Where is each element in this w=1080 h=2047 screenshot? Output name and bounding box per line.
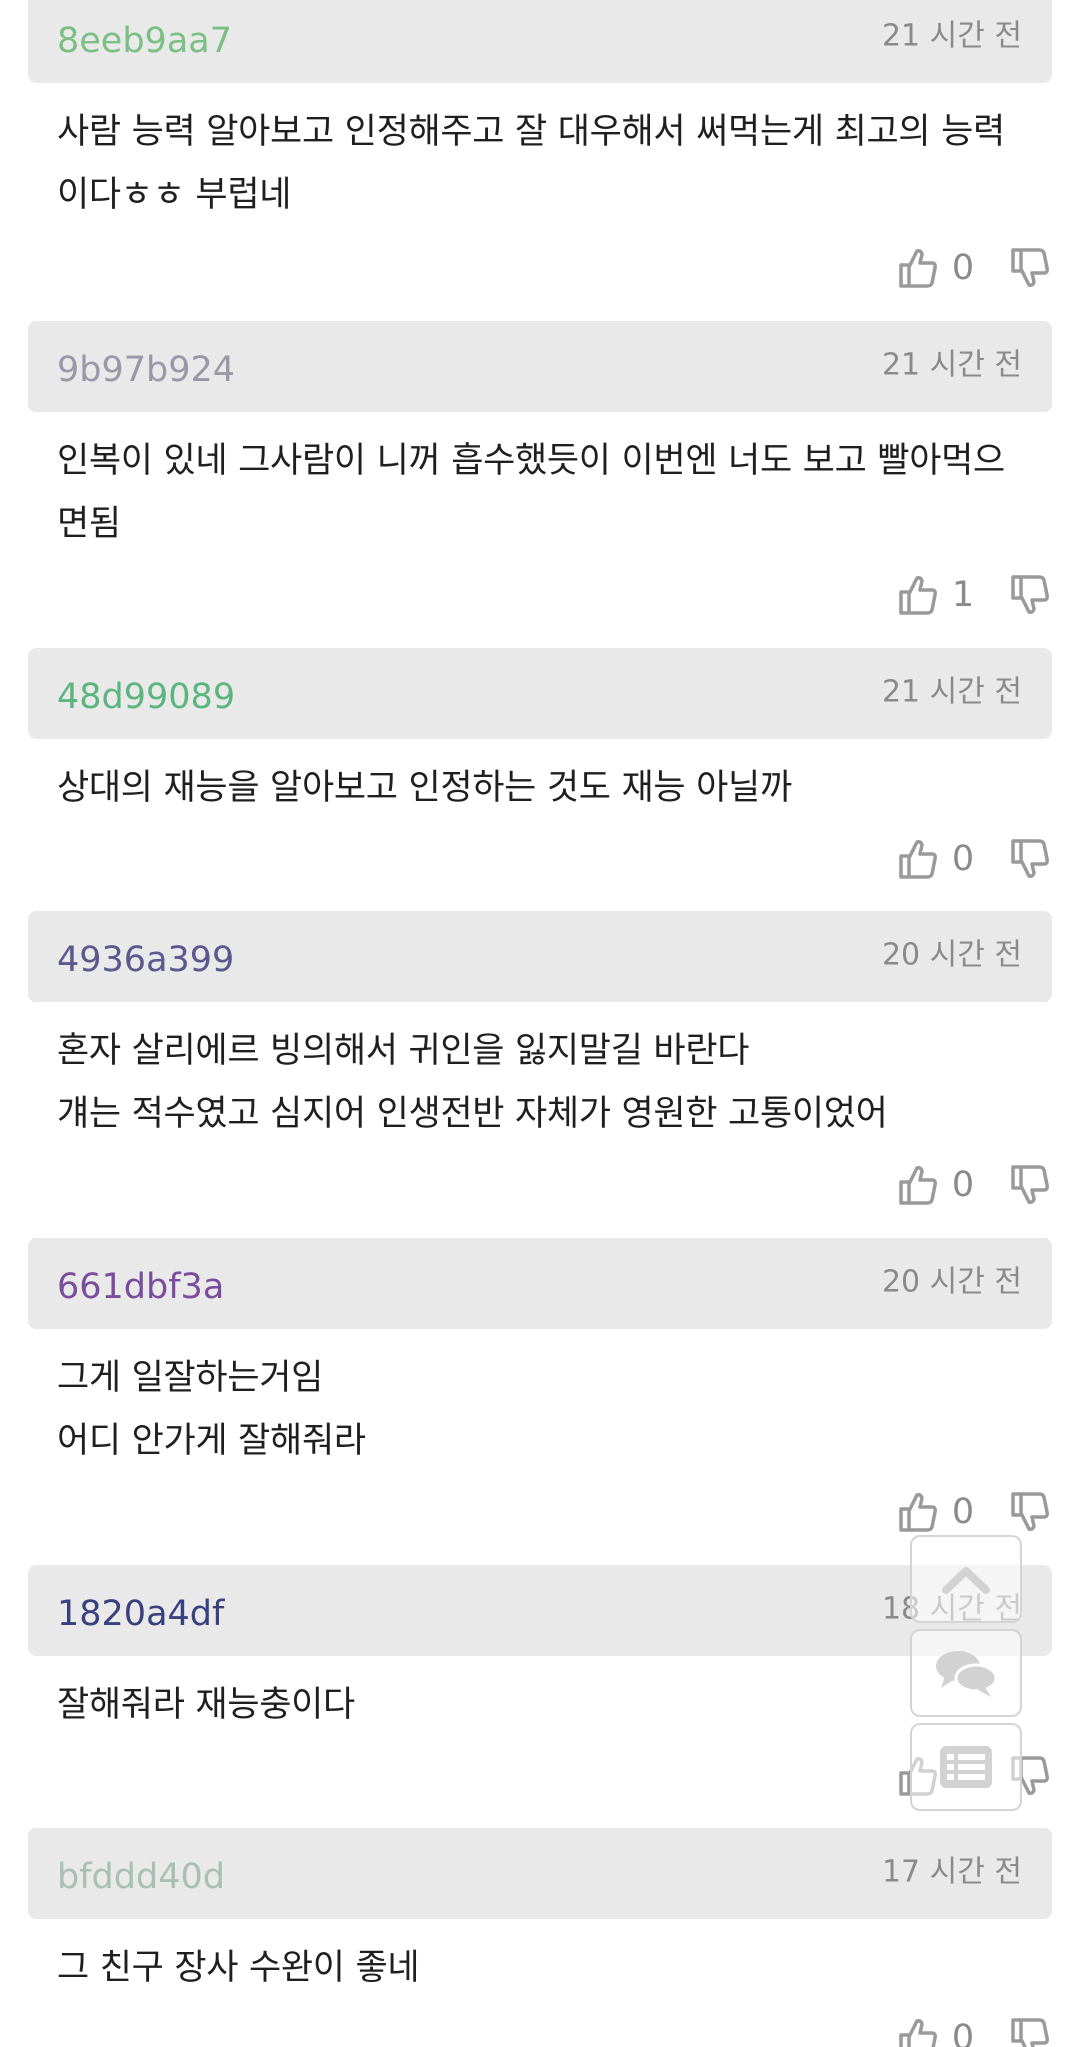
comment-timestamp: 21 시간 전: [881, 18, 1022, 54]
like-count: 0: [951, 1165, 975, 1205]
chat-bubbles-icon: [936, 1651, 998, 1697]
comment-header: 661dbf3a 20 시간 전: [28, 1238, 1052, 1329]
comment-header: 48d99089 21 시간 전: [28, 648, 1052, 739]
like-button[interactable]: [896, 1162, 940, 1208]
comment-item: bfddd40d 17 시간 전 그 친구 장사 수완이 좋네: [28, 1828, 1052, 2000]
comment-header: 1820a4df 18 시간 전: [28, 1565, 1052, 1656]
comment-text: 잘해줘라 재능충이다: [57, 1685, 355, 1725]
thumbs-up-icon: [899, 840, 937, 879]
comment-timestamp: 21 시간 전: [881, 347, 1022, 383]
dislike-button[interactable]: [1008, 2015, 1052, 2047]
comment-item: 9b97b924 21 시간 전 인복이 있네 그사람이 니꺼 흡수했듯이 이번…: [28, 321, 1052, 556]
comment-header: 9b97b924 21 시간 전: [28, 321, 1052, 412]
vote-row: 0: [896, 2013, 1052, 2047]
list-icon: [940, 1746, 992, 1788]
vote-row: 0: [896, 834, 1052, 884]
like-button[interactable]: [896, 245, 940, 291]
vote-row: 0: [896, 1160, 1052, 1210]
like-count: 0: [951, 839, 975, 879]
comment-timestamp: 21 시간 전: [881, 674, 1022, 710]
thumbs-up-icon: [899, 2019, 937, 2047]
thumbs-up-icon: [899, 576, 937, 615]
comment-author[interactable]: 48d99089: [57, 677, 235, 717]
dislike-button[interactable]: [1008, 1162, 1052, 1208]
dislike-button[interactable]: [1008, 572, 1052, 618]
comment-item: 1820a4df 18 시간 전 잘해줘라 재능충이다: [28, 1565, 1052, 1737]
dislike-button[interactable]: [1008, 836, 1052, 882]
like-count: 1: [951, 575, 975, 615]
thumbs-down-icon: [1011, 1165, 1049, 1204]
comment-text: 상대의 재능을 알아보고 인정하는 것도 재능 아닐까: [57, 768, 792, 808]
vote-row: 0: [896, 243, 1052, 293]
comment-item: 661dbf3a 20 시간 전 그게 일잘하는거임 어디 안가게 잘해줘라: [28, 1238, 1052, 1473]
vote-row: 0: [896, 1487, 1052, 1537]
thumbs-down-icon: [1011, 575, 1049, 614]
list-view-button[interactable]: [910, 1723, 1022, 1811]
comment-timestamp: 20 시간 전: [881, 937, 1022, 973]
scroll-top-button[interactable]: [910, 1535, 1022, 1623]
comment-author[interactable]: 9b97b924: [57, 350, 235, 390]
vote-row: 1: [896, 570, 1052, 620]
comment-author[interactable]: 4936a399: [57, 940, 234, 980]
comment-text: 그게 일잘하는거임 어디 안가게 잘해줘라: [57, 1358, 366, 1461]
thumbs-down-icon: [1011, 839, 1049, 878]
comments-button[interactable]: [910, 1629, 1022, 1717]
comment-timestamp: 20 시간 전: [881, 1264, 1022, 1300]
thumbs-up-icon: [899, 1166, 937, 1205]
comment-author[interactable]: 8eeb9aa7: [57, 21, 232, 61]
comment-item: 4936a399 20 시간 전 혼자 살리에르 빙의해서 귀인을 잃지말길 바…: [28, 911, 1052, 1146]
comment-author[interactable]: 661dbf3a: [57, 1267, 224, 1307]
comment-text: 사람 능력 알아보고 인정해주고 잘 대우해서 써먹는게 최고의 능력 이다ㅎㅎ…: [57, 112, 1005, 215]
like-button[interactable]: [896, 2015, 940, 2047]
thumbs-down-icon: [1011, 1492, 1049, 1531]
comment-text: 인복이 있네 그사람이 니꺼 흡수했듯이 이번엔 너도 보고 빨아먹으 면됨: [57, 441, 1005, 544]
chevron-up-icon: [942, 1567, 990, 1594]
comment-timestamp: 17 시간 전: [881, 1854, 1022, 1890]
like-count: 0: [951, 2018, 975, 2047]
comment-author[interactable]: 1820a4df: [57, 1594, 224, 1634]
dislike-button[interactable]: [1008, 245, 1052, 291]
like-count: 0: [951, 248, 975, 288]
dislike-button[interactable]: [1008, 1489, 1052, 1535]
comment-item: 48d99089 21 시간 전 상대의 재능을 알아보고 인정하는 것도 재능…: [28, 648, 1052, 820]
comment-text: 그 친구 장사 수완이 좋네: [57, 1948, 420, 1988]
comment-header: bfddd40d 17 시간 전: [28, 1828, 1052, 1919]
comment-text: 혼자 살리에르 빙의해서 귀인을 잃지말길 바란다 걔는 적수였고 심지어 인생…: [57, 1031, 888, 1134]
thumbs-down-icon: [1011, 2018, 1049, 2047]
comment-header: 4936a399 20 시간 전: [28, 911, 1052, 1002]
thumbs-up-icon: [899, 1493, 937, 1532]
like-button[interactable]: [896, 572, 940, 618]
thumbs-down-icon: [1011, 248, 1049, 287]
like-button[interactable]: [896, 836, 940, 882]
like-count: 0: [951, 1492, 975, 1532]
comment-author[interactable]: bfddd40d: [57, 1857, 225, 1897]
thumbs-up-icon: [899, 249, 937, 288]
comment-header: 8eeb9aa7 21 시간 전: [28, 0, 1052, 83]
comment-item: 8eeb9aa7 21 시간 전 사람 능력 알아보고 인정해주고 잘 대우해서…: [28, 0, 1052, 227]
like-button[interactable]: [896, 1489, 940, 1535]
comment-list: 8eeb9aa7 21 시간 전 사람 능력 알아보고 인정해주고 잘 대우해서…: [0, 0, 1080, 2047]
